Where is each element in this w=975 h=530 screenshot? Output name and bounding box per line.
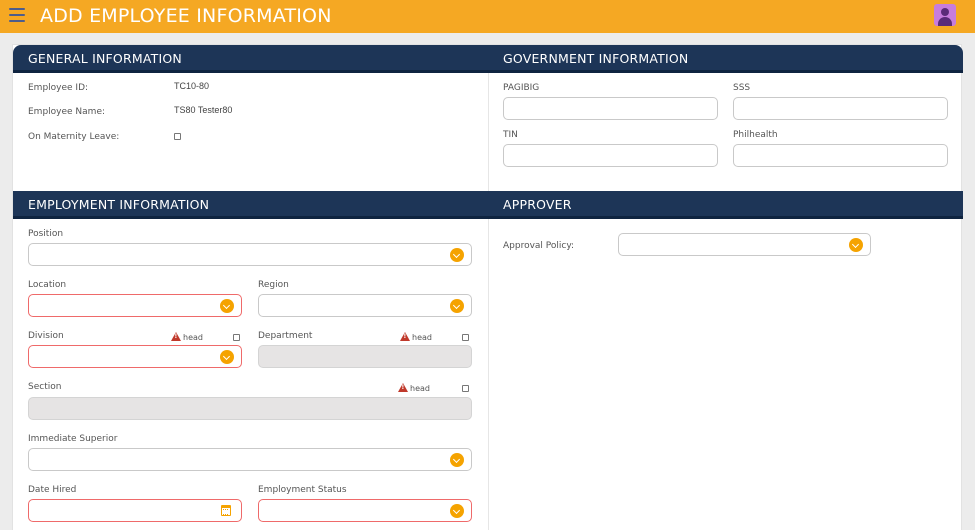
warning-icon [171,332,181,341]
column-divider [488,45,489,530]
employment-status-select[interactable] [258,499,472,522]
tin-input[interactable] [503,144,718,167]
region-label: Region [258,280,289,290]
section-head-label: head [410,384,430,393]
chevron-down-icon[interactable] [220,299,234,313]
warning-icon [400,332,410,341]
pagibig-label: PAGIBIG [503,83,540,93]
section-head-flag: head [398,383,430,393]
sss-label: SSS [733,83,751,93]
top-app-bar: ADD EMPLOYEE INFORMATION [0,0,975,33]
maternity-leave-checkbox[interactable] [174,133,181,140]
employee-id-label: Employee ID: [28,83,89,93]
department-head-label: head [412,333,432,342]
approval-policy-label: Approval Policy: [503,241,575,251]
chevron-down-icon[interactable] [220,350,234,364]
philhealth-input[interactable] [733,144,948,167]
department-label: Department [258,331,313,341]
position-label: Position [28,229,64,239]
employee-name-value: TS80 Tester80 [174,105,233,115]
location-select[interactable] [28,294,242,317]
government-information-header: GOVERNMENT INFORMATION [488,45,963,73]
chevron-down-icon[interactable] [450,299,464,313]
chevron-down-icon[interactable] [450,248,464,262]
hamburger-menu-icon[interactable] [9,8,25,22]
maternity-leave-label: On Maternity Leave: [28,132,120,142]
division-head-flag: head [171,332,203,342]
date-hired-label: Date Hired [28,485,77,495]
section-head-checkbox[interactable] [462,385,469,392]
page-title: ADD EMPLOYEE INFORMATION [40,5,332,27]
division-label: Division [28,331,64,341]
general-information-header: GENERAL INFORMATION [13,45,488,73]
department-head-flag: head [400,332,432,342]
department-select [258,345,472,368]
approval-policy-select[interactable] [618,233,871,256]
region-select[interactable] [258,294,472,317]
location-label: Location [28,280,67,290]
sss-input[interactable] [733,97,948,120]
department-head-checkbox[interactable] [462,334,469,341]
immediate-superior-select[interactable] [28,448,472,471]
warning-icon [398,383,408,392]
chevron-down-icon[interactable] [450,504,464,518]
philhealth-label: Philhealth [733,130,778,140]
calendar-icon[interactable] [221,505,231,516]
employment-status-label: Employment Status [258,485,347,495]
division-head-label: head [183,333,203,342]
position-select[interactable] [28,243,472,266]
pagibig-input[interactable] [503,97,718,120]
chevron-down-icon[interactable] [849,238,863,252]
section-label: Section [28,382,62,392]
tin-label: TIN [503,130,518,140]
employee-form-panel: GENERAL INFORMATION Employee ID: TC10-80… [12,44,963,530]
employment-information-header: EMPLOYMENT INFORMATION [13,191,488,219]
user-avatar-icon[interactable] [934,4,956,26]
division-head-checkbox[interactable] [233,334,240,341]
employee-id-value: TC10-80 [174,81,210,91]
approver-header: APPROVER [488,191,963,219]
employee-name-label: Employee Name: [28,107,106,117]
section-select [28,397,472,420]
division-select[interactable] [28,345,242,368]
chevron-down-icon[interactable] [450,453,464,467]
date-hired-input[interactable] [28,499,242,522]
immediate-superior-label: Immediate Superior [28,434,118,444]
